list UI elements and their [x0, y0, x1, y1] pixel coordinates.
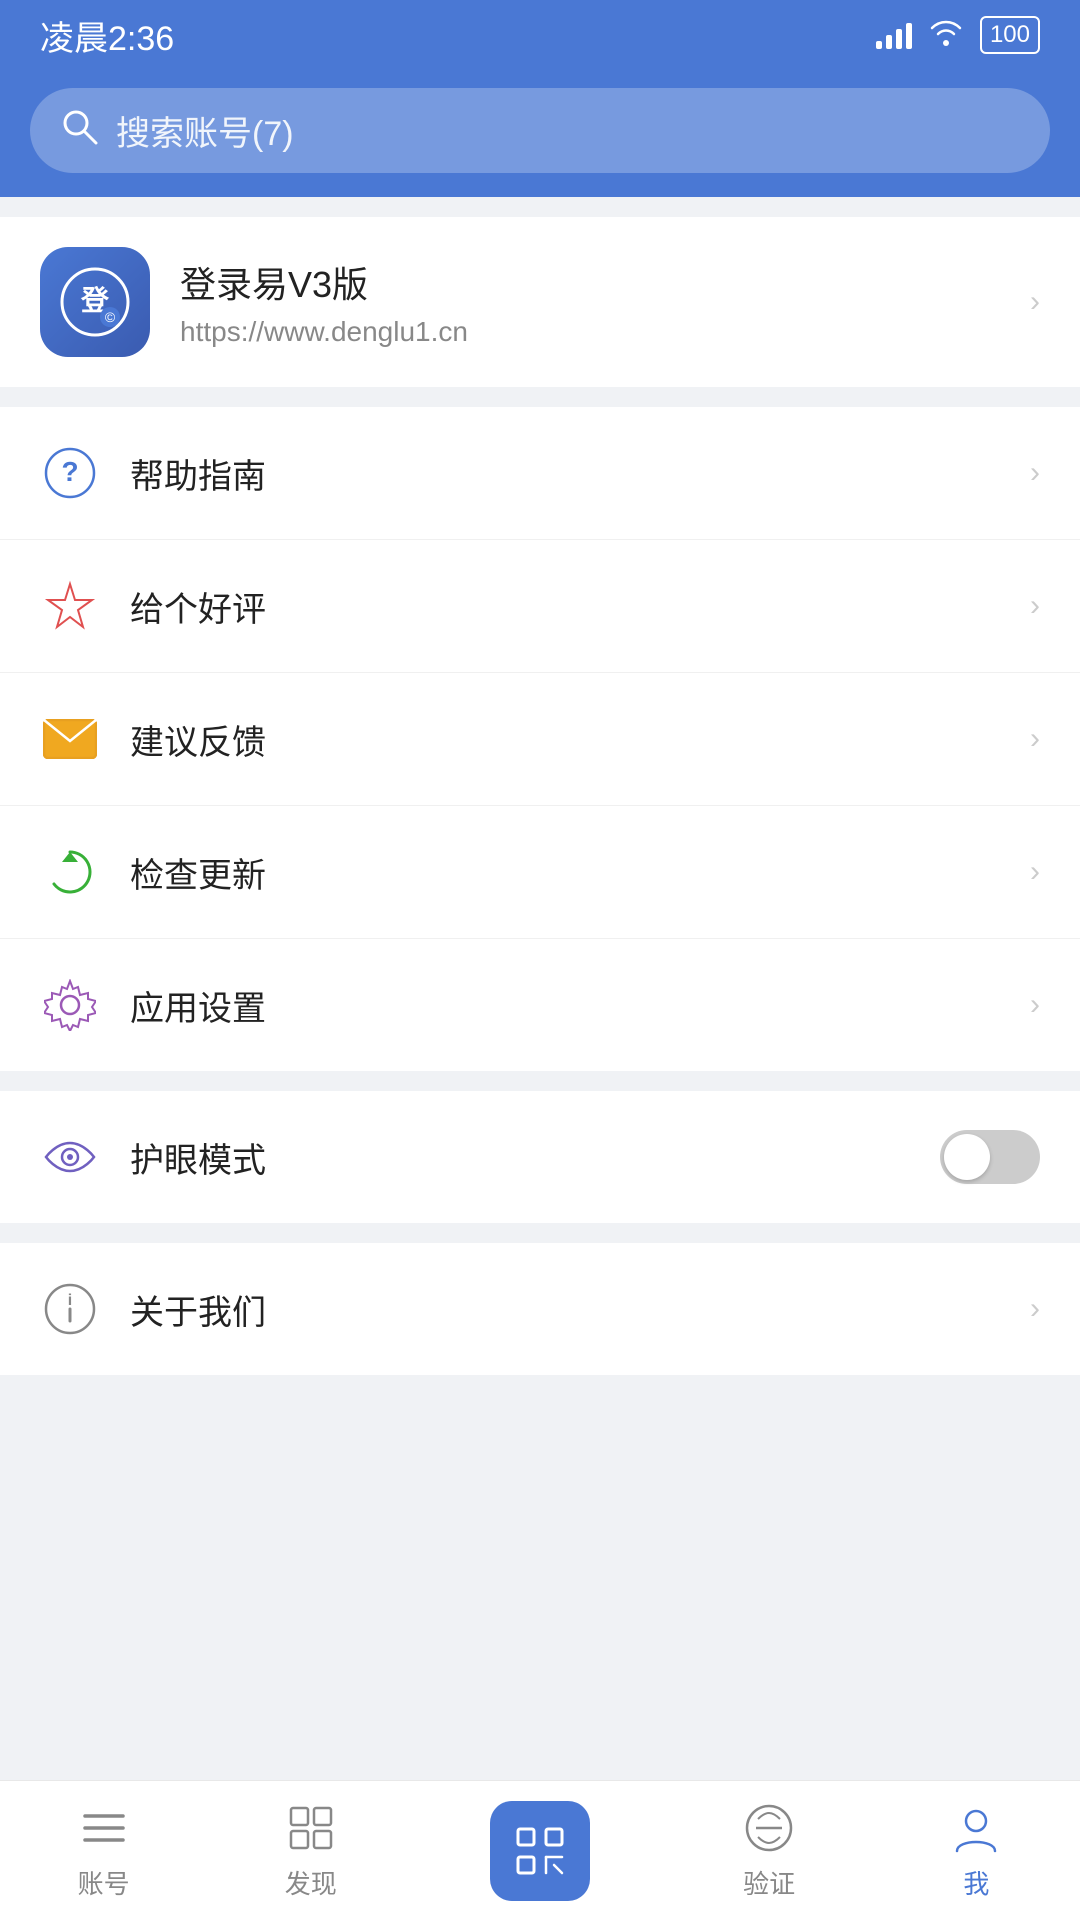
app-url: https://www.denglu1.cn: [180, 316, 468, 348]
signal-icon: [876, 21, 912, 49]
help-chevron: ›: [1030, 456, 1040, 490]
verify-label: 验证: [743, 1864, 795, 1901]
status-time: 凌晨2:36: [40, 11, 174, 60]
menu-item-eye-mode[interactable]: 护眼模式: [0, 1091, 1080, 1223]
me-label: 我: [963, 1864, 989, 1901]
accounts-label: 账号: [78, 1864, 130, 1901]
menu-item-update[interactable]: 检查更新 ›: [0, 806, 1080, 939]
status-icons: 100: [876, 16, 1040, 54]
app-card-chevron: ›: [1030, 285, 1040, 319]
rate-label: 给个好评: [130, 582, 266, 631]
update-chevron: ›: [1030, 855, 1040, 889]
about-chevron: ›: [1030, 1292, 1040, 1326]
update-label: 检查更新: [130, 848, 266, 897]
app-logo: 登 ©: [40, 247, 150, 357]
search-icon: [60, 107, 98, 154]
about-section: i 关于我们 ›: [0, 1243, 1080, 1375]
about-label: 关于我们: [130, 1285, 266, 1334]
scan-button[interactable]: [490, 1801, 590, 1901]
eye-icon: [40, 1127, 100, 1187]
wifi-icon: [928, 18, 964, 53]
battery-icon: 100: [980, 16, 1040, 54]
app-card-left: 登 © 登录易V3版 https://www.denglu1.cn: [40, 247, 468, 357]
menu-item-about[interactable]: i 关于我们 ›: [0, 1243, 1080, 1375]
svg-text:©: ©: [105, 309, 116, 325]
help-label: 帮助指南: [130, 449, 266, 498]
eye-mode-toggle[interactable]: [940, 1130, 1040, 1184]
feedback-chevron: ›: [1030, 722, 1040, 756]
search-bar-container: 搜索账号(7): [0, 70, 1080, 197]
feedback-label: 建议反馈: [130, 715, 266, 764]
menu-section: ? 帮助指南 › 给个好评 › 建议反馈: [0, 407, 1080, 1071]
nav-item-accounts[interactable]: 账号: [76, 1800, 132, 1901]
bottom-nav: 账号 发现: [0, 1780, 1080, 1920]
accounts-icon: [76, 1800, 132, 1856]
nav-item-scan[interactable]: [490, 1801, 590, 1901]
settings-chevron: ›: [1030, 988, 1040, 1022]
menu-item-rate[interactable]: 给个好评 ›: [0, 540, 1080, 673]
svg-text:i: i: [68, 1292, 72, 1309]
discover-label: 发现: [285, 1864, 337, 1901]
app-info: 登录易V3版 https://www.denglu1.cn: [180, 256, 468, 348]
gear-icon: [40, 975, 100, 1035]
menu-item-settings[interactable]: 应用设置 ›: [0, 939, 1080, 1071]
search-placeholder: 搜索账号(7): [116, 106, 294, 155]
settings-label: 应用设置: [130, 981, 266, 1030]
status-bar: 凌晨2:36 100: [0, 0, 1080, 70]
star-icon: [40, 576, 100, 636]
nav-item-verify[interactable]: 验证: [741, 1800, 797, 1901]
toggle-switch[interactable]: [940, 1130, 1040, 1184]
rate-chevron: ›: [1030, 589, 1040, 623]
svg-text:?: ?: [61, 456, 78, 487]
eye-mode-section: 护眼模式: [0, 1091, 1080, 1223]
discover-icon: [283, 1800, 339, 1856]
menu-item-feedback[interactable]: 建议反馈 ›: [0, 673, 1080, 806]
search-bar[interactable]: 搜索账号(7): [30, 88, 1050, 173]
info-icon: i: [40, 1279, 100, 1339]
app-name: 登录易V3版: [180, 256, 468, 308]
email-icon: [40, 709, 100, 769]
eye-mode-label: 护眼模式: [130, 1133, 266, 1182]
nav-item-discover[interactable]: 发现: [283, 1800, 339, 1901]
menu-item-help[interactable]: ? 帮助指南 ›: [0, 407, 1080, 540]
refresh-icon: [40, 842, 100, 902]
me-icon: [948, 1800, 1004, 1856]
nav-item-me[interactable]: 我: [948, 1800, 1004, 1901]
verify-icon: [741, 1800, 797, 1856]
app-card[interactable]: 登 © 登录易V3版 https://www.denglu1.cn ›: [0, 217, 1080, 387]
question-icon: ?: [40, 443, 100, 503]
